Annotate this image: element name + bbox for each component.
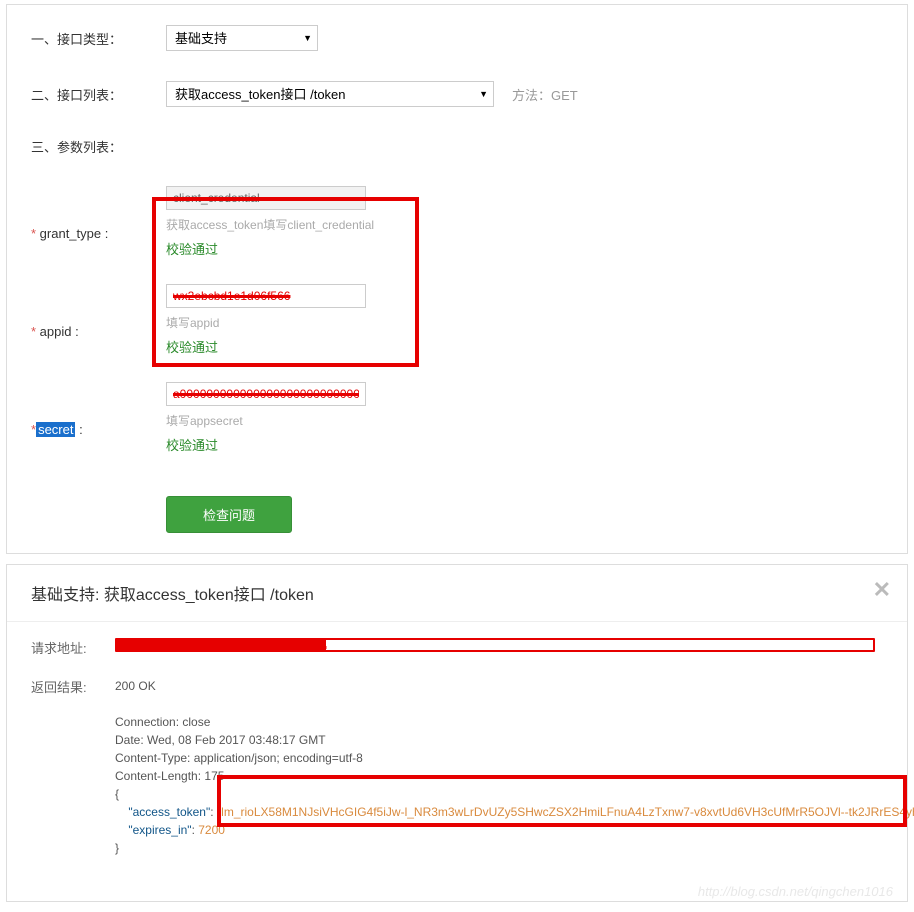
hint-appid: 填写appid [166, 314, 366, 331]
label-params: 三、参数列表： [31, 137, 166, 156]
select-api-type-wrap: 基础支持 [166, 25, 318, 51]
request-url: https://api.weixin.qq.com/cgi-bin/token?… [115, 638, 875, 652]
select-api-list-wrap: 获取access_token接口 /token [166, 81, 494, 107]
json-close: } [115, 839, 914, 857]
divider [7, 621, 907, 622]
label-response: 返回结果: [31, 677, 115, 696]
response-status: 200 OK [115, 677, 914, 695]
json-access-token-value: "lm_rioLX58M1NJsiVHcGIG4f5iJw-l_NR3m3wLr… [217, 805, 914, 819]
param-appid-row: appid : 填写appid 校验通过 [31, 284, 883, 378]
json-access-token-line: "access_token": "lm_rioLX58M1NJsiVHcGIG4… [115, 803, 914, 821]
label-api-type: 一、接口类型： [31, 29, 166, 48]
input-secret[interactable] [166, 382, 366, 406]
result-panel: ✕ 基础支持: 获取access_token接口 /token 请求地址: ht… [6, 564, 908, 902]
param-grant-type-row: grant_type : 获取access_token填写client_cred… [31, 186, 883, 280]
watermark: http://blog.csdn.net/qingchen1016 [698, 884, 893, 899]
row-response: 返回结果: 200 OK Connection: close Date: Wed… [31, 677, 883, 857]
select-api-list[interactable]: 获取access_token接口 /token [166, 81, 494, 107]
label-appid: appid : [31, 324, 166, 339]
param-secret: 填写appsecret 校验通过 [166, 382, 366, 454]
param-appid: 填写appid 校验通过 [166, 284, 366, 356]
hint-grant-type: 获取access_token填写client_credential [166, 216, 374, 233]
json-expires-line: "expires_in": 7200 [115, 821, 914, 839]
header-content-length: Content-Length: 175 [115, 767, 914, 785]
hint-secret: 填写appsecret [166, 412, 366, 429]
status-appid: 校验通过 [166, 337, 366, 356]
api-form-panel: 一、接口类型： 基础支持 二、接口列表： 获取access_token接口 /t… [6, 4, 908, 554]
input-grant-type[interactable] [166, 186, 366, 210]
select-api-type[interactable]: 基础支持 [166, 25, 318, 51]
row-params-header: 三、参数列表： [31, 137, 883, 156]
header-content-type: Content-Type: application/json; encoding… [115, 749, 914, 767]
json-open: { [115, 785, 914, 803]
label-secret-text: secret [36, 422, 75, 437]
response-body: 200 OK Connection: close Date: Wed, 08 F… [115, 677, 914, 857]
json-expires-value: 7200 [198, 823, 225, 837]
label-request-url: 请求地址: [31, 638, 115, 657]
method-hint: 方法：GET [512, 85, 578, 104]
param-grant-type: 获取access_token填写client_credential 校验通过 [166, 186, 374, 258]
row-request-url: 请求地址: https://api.weixin.qq.com/cgi-bin/… [31, 638, 883, 657]
label-secret: *secret : [31, 422, 166, 437]
result-title: 基础支持: 获取access_token接口 /token [31, 581, 883, 605]
row-api-type: 一、接口类型： 基础支持 [31, 25, 883, 51]
check-button[interactable]: 检查问题 [166, 496, 292, 533]
header-date: Date: Wed, 08 Feb 2017 03:48:17 GMT [115, 731, 914, 749]
status-secret: 校验通过 [166, 435, 366, 454]
status-grant-type: 校验通过 [166, 239, 374, 258]
label-grant-type: grant_type : [31, 226, 166, 241]
close-icon[interactable]: ✕ [873, 579, 891, 601]
input-appid[interactable] [166, 284, 366, 308]
header-connection: Connection: close [115, 713, 914, 731]
label-api-list: 二、接口列表： [31, 85, 166, 104]
row-api-list: 二、接口列表： 获取access_token接口 /token 方法：GET [31, 81, 883, 107]
param-secret-row: *secret : 填写appsecret 校验通过 [31, 382, 883, 476]
row-submit: 检查问题 [31, 496, 883, 533]
